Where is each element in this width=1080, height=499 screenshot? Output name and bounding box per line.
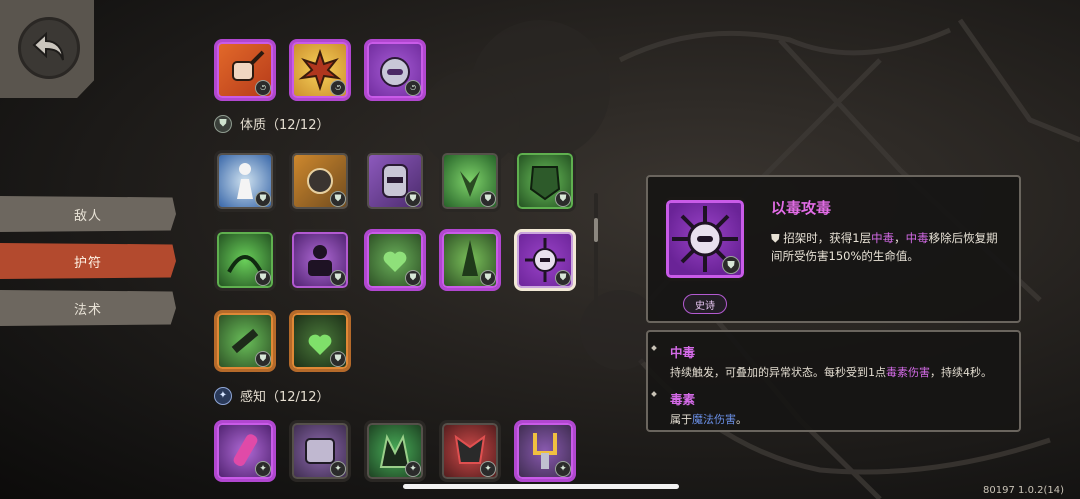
keyword-poison[interactable]: 中毒 <box>871 231 894 245</box>
glossary-term-toxin: 毒素 <box>670 392 696 407</box>
charm-leaf-burst-icon[interactable]: ⛊ <box>439 150 501 212</box>
swirl-badge-icon: ૭ <box>330 80 346 96</box>
desc-text: 持续触发，可叠加的异常状态。每秒受到1点 <box>670 366 886 379</box>
glossary-term-poison: 中毒 <box>670 345 696 360</box>
charm-heart-vine-icon[interactable]: ⛊ <box>364 229 426 291</box>
desc-text: ， <box>894 231 906 245</box>
desc-text: 属于 <box>670 413 692 426</box>
keyword-magic-damage[interactable]: 魔法伤害 <box>692 413 736 426</box>
charm-detail-panel: ⛊ 以毒攻毒 ⛊ 招架时，获得1层中毒，中毒移除后恢复期间所受伤害150%的生命… <box>646 175 1021 323</box>
shield-badge-icon: ⛊ <box>330 191 346 207</box>
shield-badge-icon: ⛊ <box>405 270 421 286</box>
nav-item-spells[interactable]: 法术 <box>0 290 176 326</box>
nav-item-enemies[interactable]: 敌人 <box>0 196 176 232</box>
nav-item-label: 护符 <box>73 255 102 271</box>
charm-spire-icon[interactable]: ⛊ <box>439 229 501 291</box>
keyword-toxin-damage[interactable]: 毒素伤害 <box>886 366 930 379</box>
version-label: 80197 1.0.2(14) <box>983 485 1064 496</box>
shield-badge-icon: ⛊ <box>255 191 271 207</box>
spark-icon: ✦ <box>214 386 232 405</box>
section-constitution: ⛊ 体质（12/12） <box>214 114 329 133</box>
spark-badge-icon: ✦ <box>480 461 496 477</box>
back-arrow-icon <box>32 31 64 61</box>
nav-item-label: 法术 <box>73 302 102 318</box>
shield-badge-icon: ⛊ <box>255 270 271 286</box>
charm-fist-icon[interactable]: ૭ <box>214 39 276 101</box>
charm-explosion-icon[interactable]: ૭ <box>289 39 351 101</box>
spark-badge-icon: ✦ <box>255 461 271 477</box>
shield-badge-icon: ⛊ <box>555 270 571 286</box>
grid-scrollbar[interactable] <box>594 193 598 313</box>
section-label: 体质（12/12） <box>240 118 330 133</box>
section-perception: ✦ 感知（12/12） <box>214 386 329 405</box>
charm-poison-virus-icon[interactable]: ⛊ <box>514 229 576 291</box>
category-nav: 敌人 护符 法术 <box>0 196 176 337</box>
shield-badge-icon: ⛊ <box>722 256 740 274</box>
grid-scrollbar-thumb[interactable] <box>594 218 598 242</box>
charm-title: 以毒攻毒 <box>771 199 832 217</box>
charm-machine-icon[interactable]: ✦ <box>289 420 351 482</box>
section-label: 感知（12/12） <box>240 390 330 405</box>
desc-text: ⛊ 招架时，获得1层 <box>771 231 872 245</box>
back-button[interactable] <box>18 17 80 79</box>
spark-badge-icon: ✦ <box>555 461 571 477</box>
swirl-badge-icon: ૭ <box>255 80 271 96</box>
entry-marker <box>651 345 657 351</box>
charm-figure-icon[interactable]: ⛊ <box>214 150 276 212</box>
charm-orb-icon[interactable]: ૭ <box>364 39 426 101</box>
charm-coin-icon[interactable]: ⛊ <box>289 150 351 212</box>
charm-demon-icon[interactable]: ✦ <box>439 420 501 482</box>
shield-badge-icon: ⛊ <box>330 270 346 286</box>
charm-vial-icon[interactable]: ✦ <box>214 420 276 482</box>
charm-armor-icon[interactable]: ⛊ <box>514 150 576 212</box>
desc-text: ，持续4秒。 <box>930 366 992 379</box>
charm-description: ⛊ 招架时，获得1层中毒，中毒移除后恢复期间所受伤害150%的生命值。 <box>771 229 1006 265</box>
spark-badge-icon: ✦ <box>330 461 346 477</box>
charm-vines-icon[interactable]: ⛊ <box>214 229 276 291</box>
rarity-badge: 史诗 <box>683 294 727 314</box>
back-panel <box>0 0 94 98</box>
shield-badge-icon: ⛊ <box>405 191 421 207</box>
shield-badge-icon: ⛊ <box>480 270 496 286</box>
shield-badge-icon: ⛊ <box>480 191 496 207</box>
shield-badge-icon: ⛊ <box>555 191 571 207</box>
shield-badge-icon: ⛊ <box>330 351 346 367</box>
glossary-desc: 持续触发，可叠加的异常状态。每秒受到1点毒素伤害，持续4秒。 <box>670 364 997 380</box>
charm-brute-icon[interactable]: ⛊ <box>289 229 351 291</box>
swirl-badge-icon: ૭ <box>405 80 421 96</box>
charm-syringe-icon[interactable]: ⛊ <box>214 310 276 372</box>
keyword-poison[interactable]: 中毒 <box>906 231 929 245</box>
nav-item-charms[interactable]: 护符 <box>0 243 176 279</box>
charm-crown-spike-icon[interactable]: ✦ <box>364 420 426 482</box>
nav-item-label: 敌人 <box>73 208 102 224</box>
charm-helmet-icon[interactable]: ⛊ <box>364 150 426 212</box>
charm-fork-icon[interactable]: ✦ <box>514 420 576 482</box>
charm-heart-gate-icon[interactable]: ⛊ <box>289 310 351 372</box>
home-indicator[interactable] <box>403 484 679 489</box>
glossary-desc: 属于魔法伤害。 <box>670 411 997 427</box>
desc-text: 。 <box>736 413 747 426</box>
entry-marker <box>651 391 657 397</box>
shield-icon: ⛊ <box>214 114 232 133</box>
charm-poison-virus-large-icon: ⛊ <box>663 197 747 281</box>
spark-badge-icon: ✦ <box>405 461 421 477</box>
keyword-glossary-panel: 中毒 持续触发，可叠加的异常状态。每秒受到1点毒素伤害，持续4秒。 毒素 属于魔… <box>646 330 1021 432</box>
shield-badge-icon: ⛊ <box>255 351 271 367</box>
